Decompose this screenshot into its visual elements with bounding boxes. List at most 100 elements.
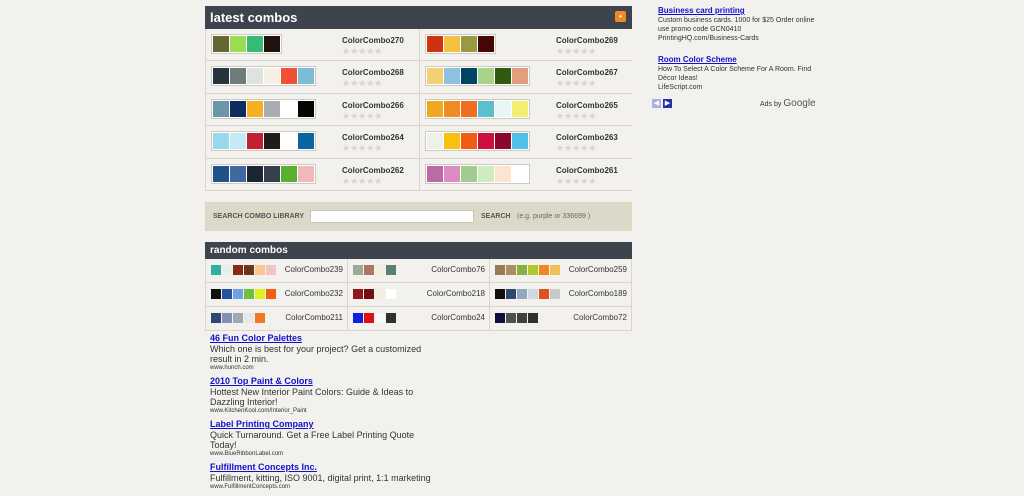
- combo-swatches[interactable]: [211, 98, 316, 119]
- color-swatch[interactable]: [495, 312, 505, 323]
- combo-item[interactable]: ColorCombo266 ★★★★★: [206, 93, 419, 126]
- combo-name[interactable]: ColorCombo265: [556, 101, 618, 110]
- color-swatch[interactable]: [386, 288, 396, 299]
- color-swatch[interactable]: [444, 68, 460, 85]
- ad-url[interactable]: PrintingHQ.com/Business-Cards: [658, 34, 818, 43]
- ad-url[interactable]: www.hunch.com: [210, 364, 440, 372]
- combo-name[interactable]: ColorCombo261: [556, 166, 618, 175]
- color-swatch[interactable]: [506, 264, 516, 275]
- rating-stars[interactable]: ★★★★★: [556, 143, 596, 154]
- color-swatch[interactable]: [528, 288, 538, 299]
- color-swatch[interactable]: [461, 100, 477, 117]
- color-swatch[interactable]: [247, 68, 263, 85]
- combo-swatches[interactable]: [425, 163, 530, 184]
- combo-item[interactable]: ColorCombo262 ★★★★★: [206, 158, 419, 190]
- combo-swatches[interactable]: [425, 34, 496, 54]
- combo-name[interactable]: ColorCombo269: [556, 36, 618, 45]
- combo-name[interactable]: ColorCombo264: [342, 133, 404, 142]
- combo-item[interactable]: ColorCombo263 ★★★★★: [420, 126, 633, 158]
- color-swatch[interactable]: [517, 312, 527, 323]
- combo-name[interactable]: ColorCombo259: [569, 265, 627, 274]
- color-swatch[interactable]: [375, 312, 385, 323]
- combo-name[interactable]: ColorCombo211: [285, 313, 343, 322]
- color-swatch[interactable]: [213, 36, 229, 52]
- search-input[interactable]: [310, 209, 474, 223]
- rss-icon[interactable]: •: [615, 11, 626, 22]
- color-swatch[interactable]: [247, 100, 263, 117]
- rating-stars[interactable]: ★★★★★: [342, 111, 382, 122]
- color-swatch[interactable]: [364, 288, 374, 299]
- ad-title-link[interactable]: Fulfillment Concepts Inc.: [210, 462, 440, 473]
- color-swatch[interactable]: [478, 133, 494, 150]
- combo-item[interactable]: ColorCombo269 ★★★★★: [420, 29, 633, 61]
- color-swatch[interactable]: [375, 288, 385, 299]
- color-swatch[interactable]: [495, 133, 511, 150]
- combo-item[interactable]: ColorCombo265 ★★★★★: [420, 93, 633, 126]
- color-swatch[interactable]: [230, 36, 246, 52]
- combo-name[interactable]: ColorCombo263: [556, 133, 618, 142]
- combo-swatches[interactable]: [211, 288, 276, 299]
- color-swatch[interactable]: [222, 264, 232, 275]
- color-swatch[interactable]: [298, 100, 314, 117]
- color-swatch[interactable]: [264, 100, 280, 117]
- color-swatch[interactable]: [550, 288, 560, 299]
- color-swatch[interactable]: [222, 312, 232, 323]
- color-swatch[interactable]: [461, 165, 477, 182]
- color-swatch[interactable]: [461, 133, 477, 150]
- color-swatch[interactable]: [353, 312, 363, 323]
- color-swatch[interactable]: [364, 312, 374, 323]
- rating-stars[interactable]: ★★★★★: [342, 143, 382, 154]
- color-swatch[interactable]: [427, 36, 443, 52]
- color-swatch[interactable]: [539, 264, 549, 275]
- rating-stars[interactable]: ★★★★★: [556, 111, 596, 122]
- combo-name[interactable]: ColorCombo268: [342, 68, 404, 77]
- color-swatch[interactable]: [353, 264, 363, 275]
- color-swatch[interactable]: [244, 312, 254, 323]
- combo-name[interactable]: ColorCombo266: [342, 101, 404, 110]
- combo-swatches[interactable]: [211, 34, 282, 54]
- color-swatch[interactable]: [264, 68, 280, 85]
- ad-url[interactable]: www.BlueRibbonLabel.com: [210, 450, 440, 458]
- color-swatch[interactable]: [517, 288, 527, 299]
- combo-item[interactable]: ColorCombo268 ★★★★★: [206, 61, 419, 93]
- color-swatch[interactable]: [233, 312, 243, 323]
- random-combo-item[interactable]: ColorCombo24: [348, 306, 489, 330]
- color-swatch[interactable]: [386, 312, 396, 323]
- color-swatch[interactable]: [444, 133, 460, 150]
- color-swatch[interactable]: [281, 100, 297, 117]
- arrow-left-icon[interactable]: ◀: [652, 99, 661, 108]
- random-combo-item[interactable]: ColorCombo218: [348, 282, 489, 306]
- color-swatch[interactable]: [528, 264, 538, 275]
- combo-swatches[interactable]: [353, 288, 396, 299]
- color-swatch[interactable]: [427, 100, 443, 117]
- rating-stars[interactable]: ★★★★★: [342, 78, 382, 89]
- random-combo-item[interactable]: ColorCombo76: [348, 258, 489, 282]
- color-swatch[interactable]: [427, 165, 443, 182]
- color-swatch[interactable]: [550, 264, 560, 275]
- color-swatch[interactable]: [427, 68, 443, 85]
- combo-name[interactable]: ColorCombo232: [285, 289, 343, 298]
- color-swatch[interactable]: [512, 133, 528, 150]
- rating-stars[interactable]: ★★★★★: [342, 176, 382, 187]
- color-swatch[interactable]: [495, 165, 511, 182]
- combo-swatches[interactable]: [495, 264, 560, 275]
- color-swatch[interactable]: [375, 264, 385, 275]
- color-swatch[interactable]: [444, 165, 460, 182]
- ad-url[interactable]: LifeScript.com: [658, 83, 818, 92]
- random-combo-item[interactable]: ColorCombo211: [206, 306, 347, 330]
- color-swatch[interactable]: [213, 100, 229, 117]
- combo-name[interactable]: ColorCombo72: [573, 313, 627, 322]
- combo-swatches[interactable]: [211, 312, 265, 323]
- random-combo-item[interactable]: ColorCombo72: [490, 306, 631, 330]
- color-swatch[interactable]: [211, 288, 221, 299]
- color-swatch[interactable]: [264, 36, 280, 52]
- color-swatch[interactable]: [478, 165, 494, 182]
- color-swatch[interactable]: [298, 133, 314, 150]
- color-swatch[interactable]: [495, 100, 511, 117]
- color-swatch[interactable]: [213, 133, 229, 150]
- arrow-right-icon[interactable]: ▶: [663, 99, 672, 108]
- color-swatch[interactable]: [495, 68, 511, 85]
- ad-title-link[interactable]: 2010 Top Paint & Colors: [210, 376, 440, 387]
- combo-name[interactable]: ColorCombo262: [342, 166, 404, 175]
- color-swatch[interactable]: [281, 165, 297, 182]
